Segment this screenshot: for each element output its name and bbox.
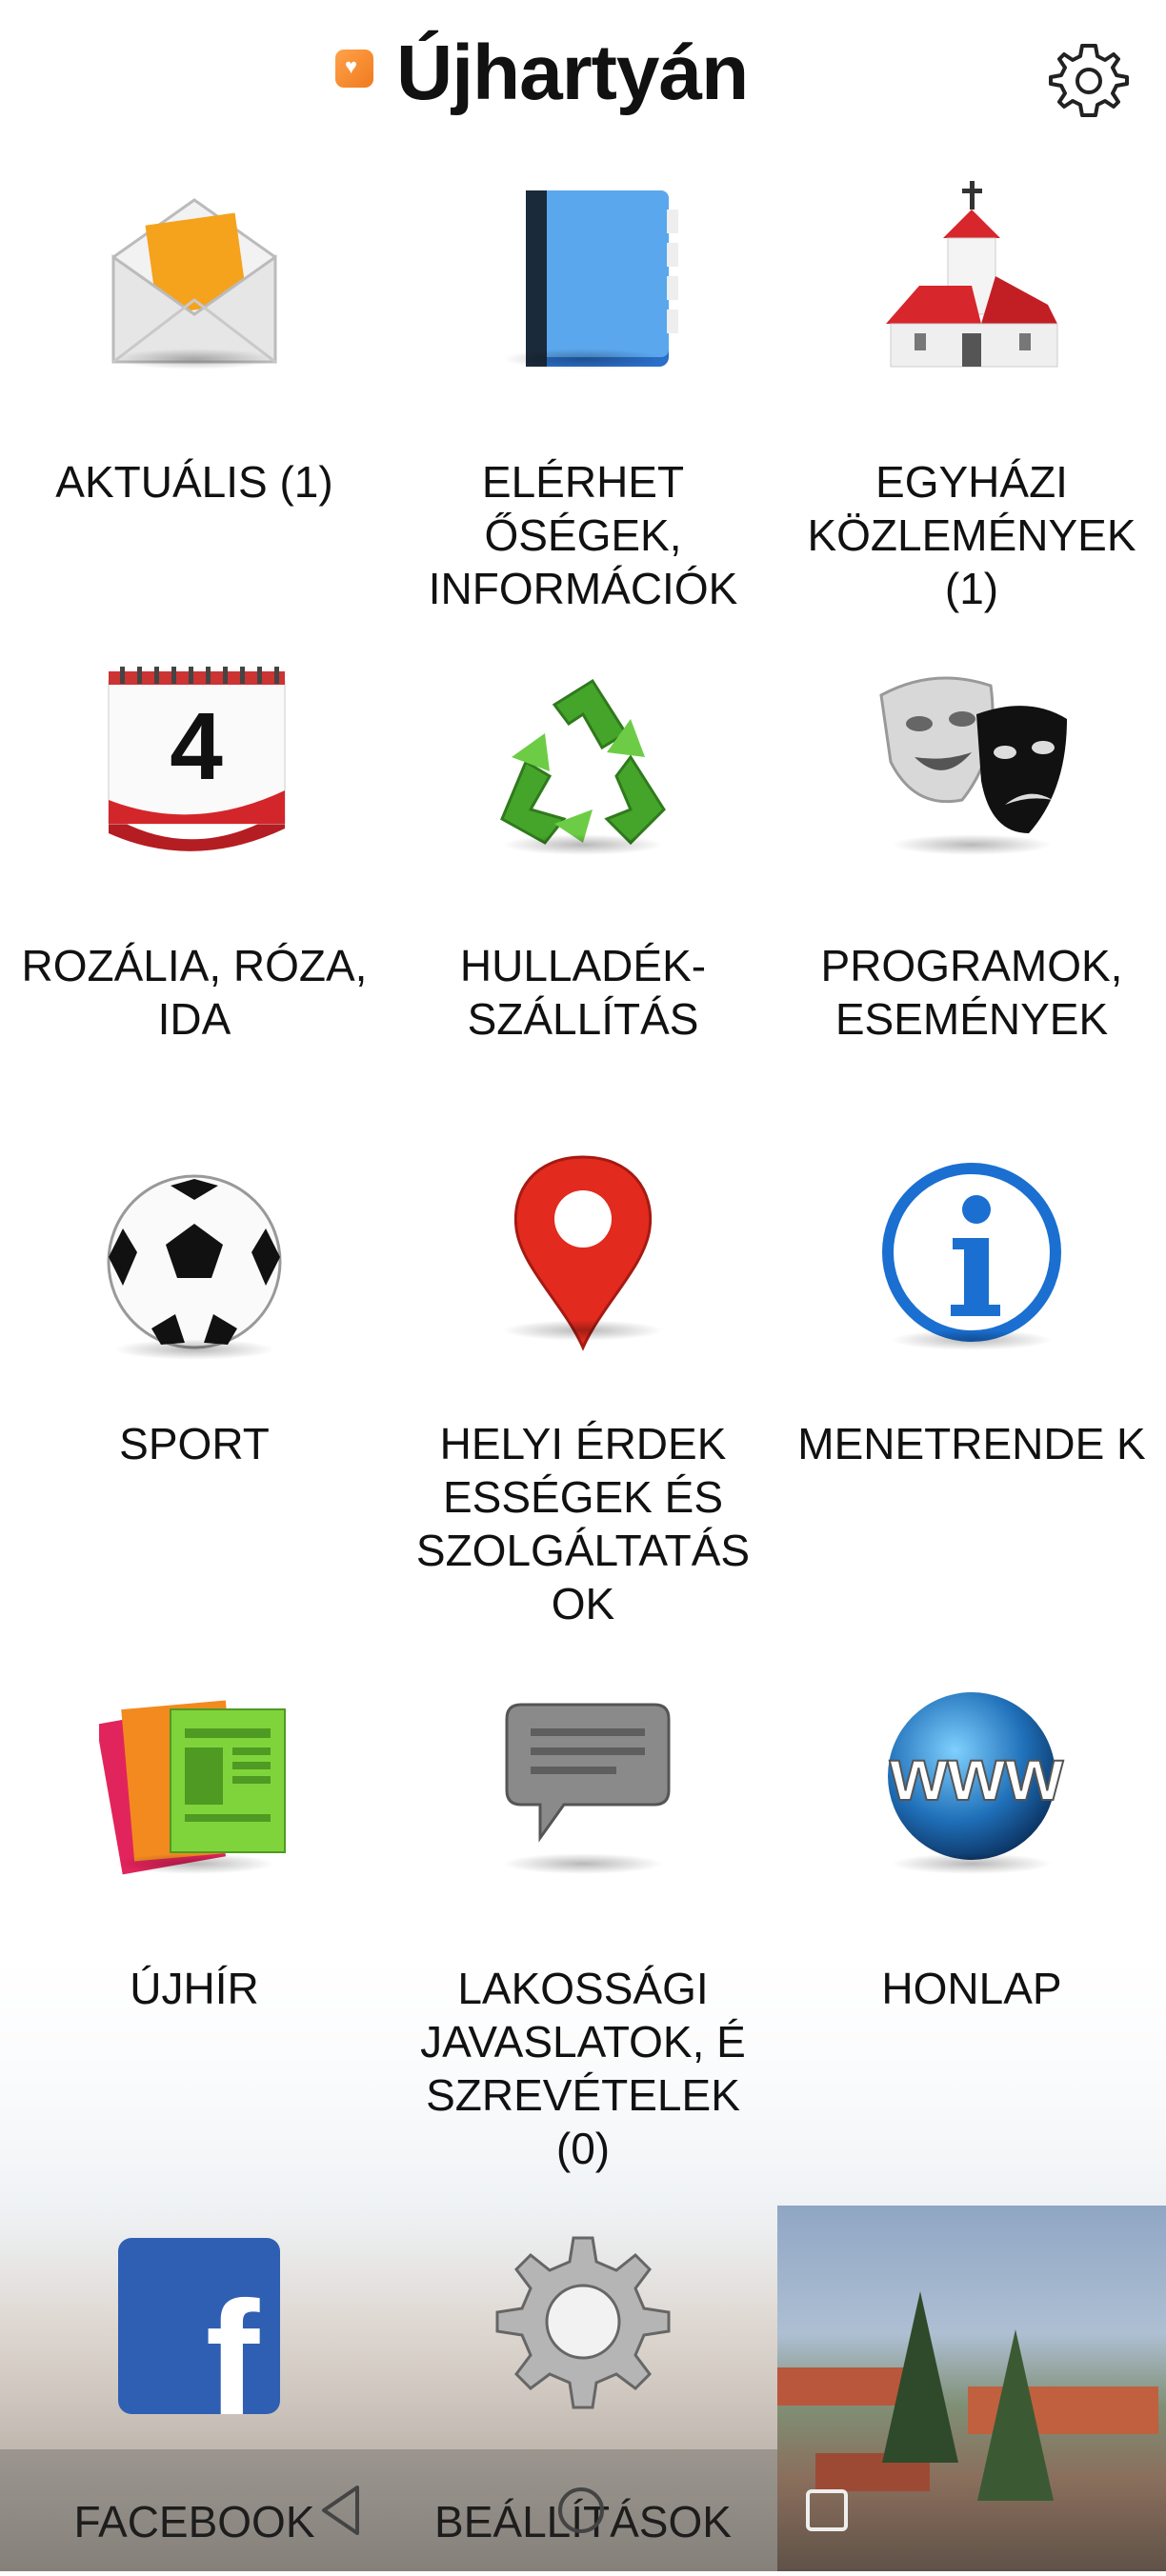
tile-label: ÚJHÍR: [130, 1964, 259, 2013]
tile-label: AKTUÁLIS (1): [55, 457, 333, 507]
envelope-icon: [99, 181, 290, 371]
tile-helyi-erdekessegek[interactable]: HELYI ÉRDEK ESSÉGEK ÉS SZOLGÁLTATÁS OK: [389, 1143, 777, 1638]
tile-aktualis[interactable]: AKTUÁLIS (1): [0, 171, 389, 619]
tile-elerhetosegek[interactable]: ELÉRHET ŐSÉGEK, INFORMÁCIÓK: [389, 171, 777, 619]
tile-label: ROZÁLIA, RÓZA, IDA: [21, 941, 368, 1044]
svg-text:4: 4: [170, 693, 223, 800]
church-icon: [876, 181, 1067, 371]
system-navigation-bar: [0, 2449, 777, 2571]
recents-button[interactable]: [772, 2449, 886, 2571]
info-icon: [876, 1162, 1067, 1352]
facebook-icon: f: [99, 2228, 290, 2449]
app-title: Újhartyán: [396, 30, 749, 116]
home-button[interactable]: [524, 2449, 638, 2571]
theater-masks-icon: [876, 667, 1067, 857]
tile-label: HULLADÉK- SZÁLLÍTÁS: [459, 941, 707, 1044]
tile-menetrendek[interactable]: MENETRENDE K: [777, 1143, 1166, 1638]
tile-lakossagi-javaslatok[interactable]: LAKOSSÁGI JAVASLATOK, É SZREVÉTELEK (0): [389, 1676, 777, 2190]
speech-bubble-icon: [488, 1686, 678, 1876]
newspaper-icon: [95, 1686, 290, 1876]
tile-egyhazi-kozlemenyek[interactable]: EGYHÁZI KÖZLEMÉNYEK (1): [777, 171, 1166, 619]
tile-label: PROGRAMOK, ESEMÉNYEK: [820, 941, 1123, 1044]
svg-text:f: f: [206, 2268, 260, 2419]
tile-label: ELÉRHET ŐSÉGEK, INFORMÁCIÓK: [428, 457, 738, 613]
app-logo-icon: ♥: [335, 50, 373, 88]
back-button[interactable]: [286, 2449, 400, 2571]
app-header: ♥ Újhartyán: [0, 0, 1166, 152]
tile-label: MENETRENDE K: [797, 1419, 1146, 1468]
home-icon: [558, 2487, 604, 2533]
recents-icon: [806, 2489, 848, 2531]
settings-button[interactable]: [1046, 38, 1132, 124]
tile-ujhir[interactable]: ÚJHÍR: [0, 1676, 389, 2190]
map-pin-icon: [488, 1152, 678, 1351]
back-icon: [322, 2486, 359, 2535]
tile-label: SPORT: [119, 1419, 270, 1468]
gear-outline-icon: [1049, 44, 1129, 117]
tile-nevnap[interactable]: 4 ROZÁLIA, RÓZA, IDA: [0, 657, 389, 1105]
tile-label: HONLAP: [881, 1964, 1062, 2013]
tile-label: LAKOSSÁGI JAVASLATOK, É SZREVÉTELEK (0): [420, 1964, 746, 2173]
globe-www-icon: www: [876, 1686, 1067, 1876]
soccer-ball-icon: [99, 1171, 290, 1362]
tile-label: EGYHÁZI KÖZLEMÉNYEK (1): [807, 457, 1136, 613]
recycle-icon: [488, 667, 678, 857]
tile-sport[interactable]: SPORT: [0, 1143, 389, 1638]
calendar-icon: 4: [99, 667, 290, 857]
tile-hulladekszallitas[interactable]: HULLADÉK- SZÁLLÍTÁS: [389, 657, 777, 1105]
svg-text:www: www: [889, 1732, 1063, 1816]
tile-honlap[interactable]: www HONLAP: [777, 1676, 1166, 2190]
gear-icon: [488, 2228, 678, 2419]
address-book-icon: [488, 181, 680, 371]
tile-programok[interactable]: PROGRAMOK, ESEMÉNYEK: [777, 657, 1166, 1105]
tile-label: HELYI ÉRDEK ESSÉGEK ÉS SZOLGÁLTATÁS OK: [415, 1419, 751, 1628]
